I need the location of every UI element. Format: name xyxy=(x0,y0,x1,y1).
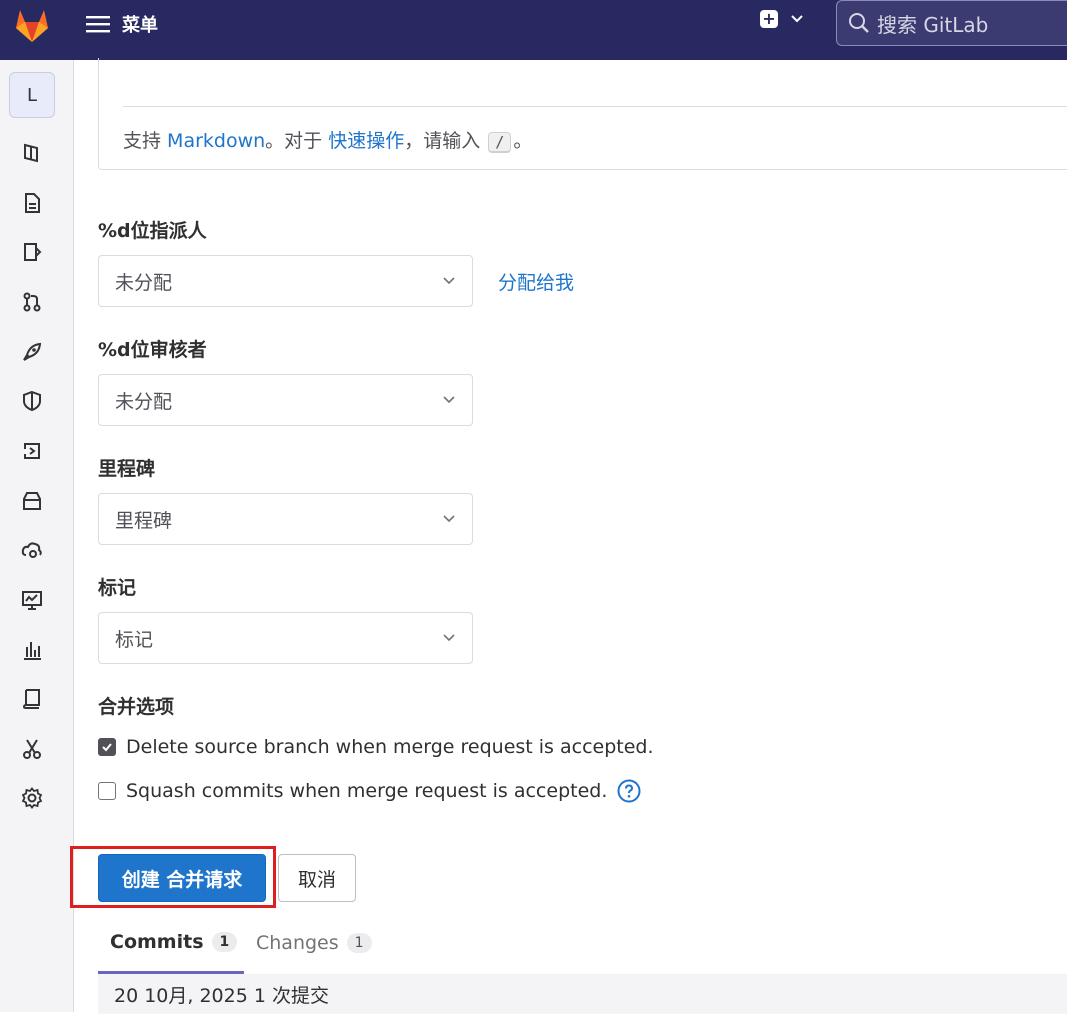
merge-options-label: 合并选项 xyxy=(98,696,175,718)
cancel-button[interactable]: 取消 xyxy=(278,854,356,902)
assignee-value: 未分配 xyxy=(115,271,173,294)
analytics-icon[interactable] xyxy=(20,638,44,662)
labels-label: 标记 xyxy=(98,577,137,599)
labels-value: 标记 xyxy=(115,628,154,651)
monitor-icon[interactable] xyxy=(20,588,44,612)
ci-cd-rocket-icon[interactable] xyxy=(20,340,44,364)
assign-to-me-link[interactable]: 分配给我 xyxy=(498,268,574,295)
help-question-icon[interactable] xyxy=(617,779,641,803)
squash-commits-checkbox[interactable] xyxy=(98,782,116,800)
gitlab-logo-icon[interactable] xyxy=(12,4,52,44)
hint-text: 。 xyxy=(513,130,533,152)
commit-summary: 20 10月, 2025 1 次提交 xyxy=(114,984,329,1007)
chevron-down-icon xyxy=(791,15,803,23)
assignee-label: %d位指派人 xyxy=(98,220,207,242)
project-avatar[interactable]: L xyxy=(9,72,55,118)
changes-count-badge: 1 xyxy=(346,933,372,953)
hint-text: 支持 xyxy=(123,130,168,152)
markdown-hint: 支持 Markdown。对于 快速操作，请输入 /。 xyxy=(123,126,532,153)
reviewer-dropdown[interactable]: 未分配 xyxy=(98,374,473,426)
create-merge-request-button[interactable]: 创建 合并请求 xyxy=(98,854,266,902)
infrastructure-cloud-icon[interactable] xyxy=(20,538,44,562)
new-item-dropdown[interactable]: + xyxy=(760,10,804,28)
deployments-icon[interactable] xyxy=(20,439,44,463)
hamburger-icon xyxy=(86,16,110,33)
delete-branch-checkbox[interactable] xyxy=(98,738,116,756)
chevron-down-icon xyxy=(443,515,455,523)
security-shield-icon[interactable] xyxy=(20,389,44,413)
search-icon xyxy=(849,13,869,33)
project-sidebar: L xyxy=(0,60,74,1012)
merge-request-form: 支持 Markdown。对于 快速操作，请输入 /。 %d位指派人 未分配 分配… xyxy=(70,58,1067,1014)
packages-icon[interactable] xyxy=(20,489,44,513)
repository-file-icon[interactable] xyxy=(20,191,44,215)
squash-commits-text: Squash commits when merge request is acc… xyxy=(126,780,608,802)
delete-source-branch-option[interactable]: Delete source branch when merge request … xyxy=(98,736,654,758)
commit-date-header: 20 10月, 2025 1 次提交 xyxy=(98,974,1067,1014)
project-overview-icon[interactable] xyxy=(20,141,44,165)
search-placeholder: 搜索 GitLab xyxy=(877,12,989,37)
reviewer-value: 未分配 xyxy=(115,390,173,413)
hint-text: 。对于 xyxy=(265,130,329,152)
settings-gear-icon[interactable] xyxy=(20,786,44,810)
milestone-label: 里程碑 xyxy=(98,458,156,480)
snippets-scissors-icon[interactable] xyxy=(20,737,44,761)
merge-requests-icon[interactable] xyxy=(20,290,44,314)
labels-dropdown[interactable]: 标记 xyxy=(98,612,473,664)
hint-text: ，请输入 xyxy=(404,130,487,152)
checkmark-icon xyxy=(102,743,112,752)
search-input[interactable]: 搜索 GitLab xyxy=(836,0,1067,46)
slash-kbd: / xyxy=(488,132,512,153)
plus-icon: + xyxy=(760,10,778,28)
tab-label: Changes xyxy=(256,932,339,954)
milestone-dropdown[interactable]: 里程碑 xyxy=(98,493,473,545)
milestone-value: 里程碑 xyxy=(115,509,173,532)
quick-actions-link[interactable]: 快速操作 xyxy=(328,130,404,152)
top-bar: 菜单 + 搜索 GitLab xyxy=(0,0,1067,60)
tab-changes[interactable]: Changes 1 xyxy=(256,912,372,974)
editor-divider xyxy=(123,106,1067,107)
reviewer-label: %d位审核者 xyxy=(98,339,207,361)
commits-count-badge: 1 xyxy=(211,931,238,952)
mr-tabs: Commits 1 Changes 1 xyxy=(98,912,1067,975)
description-editor[interactable]: 支持 Markdown。对于 快速操作，请输入 /。 xyxy=(98,58,1067,170)
main-menu-button[interactable]: 菜单 xyxy=(86,10,158,38)
chevron-down-icon xyxy=(443,277,455,285)
markdown-link[interactable]: Markdown xyxy=(167,130,265,152)
wiki-book-icon[interactable] xyxy=(20,687,44,711)
tab-commits[interactable]: Commits 1 xyxy=(98,912,244,974)
chevron-down-icon xyxy=(443,634,455,642)
menu-label: 菜单 xyxy=(122,15,158,36)
assignee-dropdown[interactable]: 未分配 xyxy=(98,255,473,307)
tab-label: Commits xyxy=(110,930,204,953)
delete-branch-text: Delete source branch when merge request … xyxy=(126,736,654,758)
squash-commits-option[interactable]: Squash commits when merge request is acc… xyxy=(98,779,641,803)
issues-icon[interactable] xyxy=(20,240,44,264)
chevron-down-icon xyxy=(443,396,455,404)
